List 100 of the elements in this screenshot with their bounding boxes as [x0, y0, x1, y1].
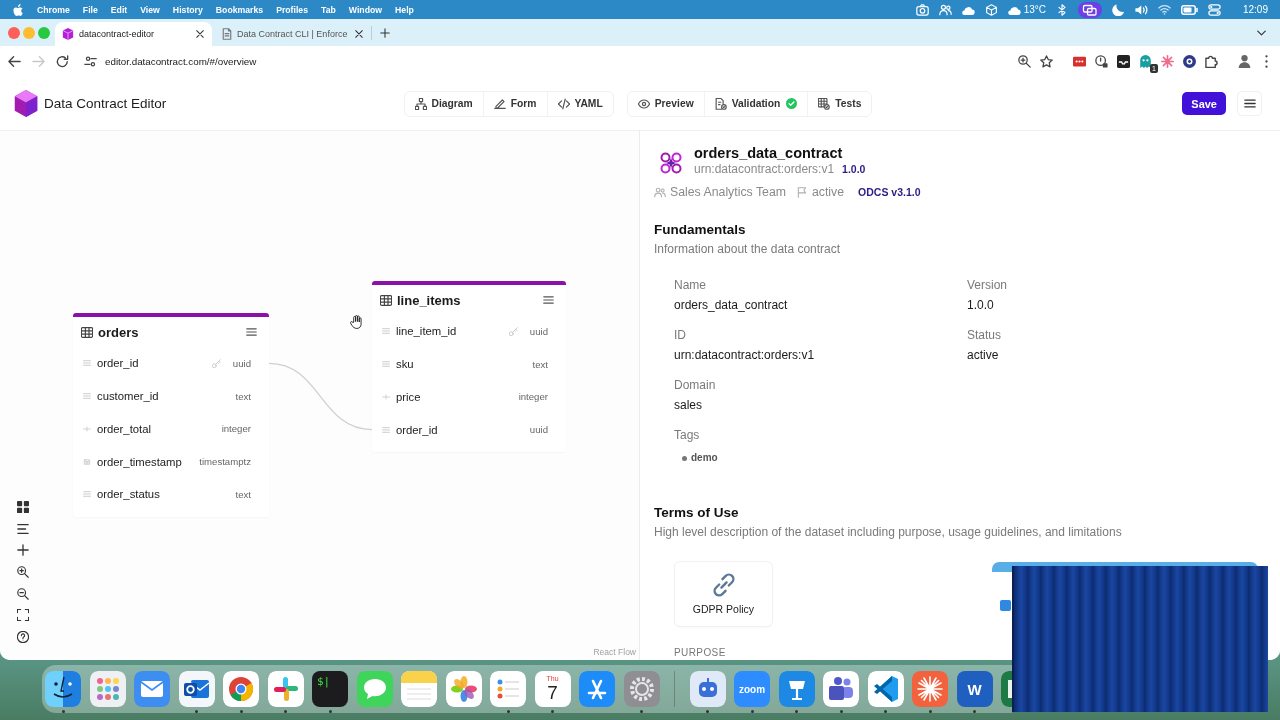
- site-settings-icon[interactable]: [84, 55, 97, 68]
- ribbon-icon[interactable]: [867, 671, 904, 707]
- envelope-icon[interactable]: [178, 671, 215, 707]
- view-tab[interactable]: Form: [482, 91, 547, 116]
- chevron-down-icon[interactable]: [1257, 29, 1266, 36]
- column-name: order_id: [396, 423, 439, 436]
- cube-icon[interactable]: [984, 3, 998, 16]
- close-window-button[interactable]: [8, 26, 20, 39]
- podium-icon[interactable]: [778, 671, 815, 707]
- target-icon[interactable]: [1183, 55, 1196, 68]
- terminal-icon[interactable]: $|: [312, 671, 348, 707]
- lines-icon: [83, 360, 91, 367]
- speech-bubble-icon[interactable]: [356, 671, 393, 707]
- pinwheel-icon[interactable]: [267, 671, 304, 707]
- puzzle-icon[interactable]: [1205, 55, 1218, 68]
- gear-icon[interactable]: [623, 671, 660, 707]
- field-label: Name: [674, 277, 707, 293]
- menu-item[interactable]: Edit: [110, 4, 128, 15]
- column-type: integer: [518, 391, 548, 403]
- browser-tab[interactable]: datacontract-editor: [55, 22, 212, 46]
- wifi-icon[interactable]: [1157, 3, 1171, 16]
- address-field[interactable]: editor.datacontract.com/#/overview: [105, 56, 257, 67]
- app-menu[interactable]: Chrome: [37, 4, 70, 15]
- toggles-icon[interactable]: [1207, 3, 1221, 16]
- table-icon: [380, 294, 392, 306]
- inbox-tile-icon[interactable]: [1117, 55, 1130, 68]
- field-value: orders_data_contract: [674, 297, 789, 313]
- spreadsheet-icon[interactable]: [1001, 671, 1012, 707]
- lines-icon: [382, 361, 390, 368]
- speaker-icon[interactable]: [1134, 3, 1148, 16]
- column-type: uuid: [232, 357, 251, 369]
- swirl-logo-icon: [660, 152, 682, 174]
- cube-icon: [62, 28, 74, 40]
- section-title: Fundamentals: [654, 222, 747, 238]
- envelope-icon[interactable]: [134, 671, 170, 707]
- view-tab[interactable]: Diagram: [404, 91, 483, 116]
- table-check-icon: [818, 97, 831, 110]
- dot-grid-icon[interactable]: [89, 671, 126, 707]
- list-icon[interactable]: [17, 522, 29, 535]
- fit-view-icon[interactable]: [17, 609, 29, 622]
- apple-icon[interactable]: [13, 3, 23, 16]
- flower-icon[interactable]: [445, 671, 482, 707]
- back-icon[interactable]: [8, 55, 21, 68]
- starburst-icon[interactable]: [912, 671, 948, 707]
- browser-tab[interactable]: Data Contract CLI | Enforce: [212, 22, 372, 46]
- reload-icon[interactable]: [56, 55, 69, 68]
- plus-icon[interactable]: [17, 544, 29, 557]
- ghost-icon[interactable]: [1139, 55, 1152, 68]
- robot-icon[interactable]: [689, 671, 726, 707]
- close-icon[interactable]: [196, 30, 204, 38]
- clock-time[interactable]: 12:09: [1242, 4, 1268, 15]
- save-button[interactable]: Save: [1182, 92, 1226, 115]
- camera-icon[interactable]: [915, 3, 929, 16]
- column-type: uuid: [529, 424, 548, 436]
- menu-item[interactable]: Help: [395, 4, 414, 15]
- zoom-in-icon[interactable]: [17, 566, 29, 579]
- moon-icon[interactable]: [1111, 3, 1125, 16]
- battery-icon[interactable]: [1180, 4, 1198, 15]
- link-card[interactable]: GDPR Policy: [674, 561, 773, 627]
- checklist-icon[interactable]: [490, 671, 526, 707]
- close-icon[interactable]: [355, 30, 364, 38]
- people-icon[interactable]: [938, 3, 952, 16]
- menu-item[interactable]: File: [82, 4, 98, 15]
- dots-tile-icon[interactable]: [1073, 55, 1086, 68]
- menu-button[interactable]: [1237, 91, 1262, 116]
- menu-item[interactable]: Window: [348, 4, 383, 15]
- help-icon[interactable]: [17, 631, 29, 644]
- tag-label[interactable]: demo: [691, 450, 718, 466]
- view-tab[interactable]: Tests: [807, 91, 872, 116]
- menu-item[interactable]: View: [140, 4, 160, 15]
- temperature-reading[interactable]: 13°C: [1023, 4, 1046, 15]
- bluetooth-icon[interactable]: [1057, 3, 1066, 16]
- screen-mirroring-icon[interactable]: [1077, 1, 1102, 18]
- zoom-out-icon[interactable]: [17, 587, 29, 600]
- smiley-face-icon[interactable]: [45, 671, 81, 707]
- document-icon[interactable]: W: [956, 671, 993, 707]
- view-tab[interactable]: Validation: [703, 91, 808, 116]
- crossed-lines-icon[interactable]: [579, 671, 615, 707]
- field-label: Domain: [674, 377, 717, 393]
- grid-icon[interactable]: [17, 501, 29, 513]
- menu-item[interactable]: Profiles: [276, 4, 308, 15]
- column-type: text: [532, 358, 548, 370]
- field-label: Tags: [674, 427, 701, 443]
- field-value: sales: [674, 397, 703, 413]
- lock-circle-icon[interactable]: [1095, 55, 1108, 68]
- star-icon[interactable]: [1040, 55, 1053, 68]
- plus-icon[interactable]: [380, 27, 391, 38]
- menu-item[interactable]: Tab: [321, 4, 336, 15]
- column-name: customer_id: [97, 390, 160, 403]
- avatar-icon[interactable]: [1238, 55, 1251, 68]
- view-tab[interactable]: Preview: [627, 91, 704, 116]
- zoom-in-icon[interactable]: [1018, 55, 1031, 68]
- view-tab[interactable]: YAML: [546, 91, 613, 116]
- people-icon[interactable]: [823, 671, 859, 707]
- menu-icon[interactable]: [246, 328, 257, 336]
- menu-item[interactable]: Bookmarks: [215, 4, 264, 15]
- more-vertical-icon[interactable]: [1265, 55, 1268, 68]
- menu-icon[interactable]: [543, 296, 554, 304]
- menu-item[interactable]: History: [172, 4, 203, 15]
- sparkle-icon[interactable]: [1161, 55, 1174, 68]
